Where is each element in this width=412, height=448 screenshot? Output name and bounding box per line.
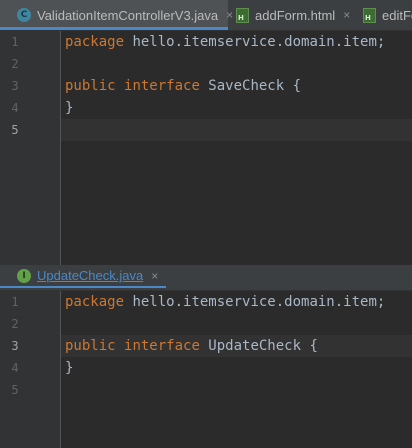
line-number-current: 3 bbox=[11, 339, 19, 353]
keyword: package bbox=[65, 294, 125, 310]
line-number-gutter: 1 2 3 4 5 bbox=[0, 31, 61, 265]
line-number: 3 bbox=[11, 79, 19, 93]
close-icon[interactable]: × bbox=[151, 269, 158, 283]
keyword: public bbox=[65, 338, 116, 354]
line-number: 4 bbox=[11, 101, 19, 115]
line-number: 5 bbox=[11, 383, 19, 397]
bottom-tab-bar: I UpdateCheck.java × bbox=[0, 265, 412, 291]
code-line[interactable]: package hello.itemservice.domain.item; bbox=[61, 291, 412, 313]
tab-label: addForm.html bbox=[255, 7, 336, 23]
code-line-current[interactable]: public interface UpdateCheck { bbox=[61, 335, 412, 357]
tab-update-check[interactable]: I UpdateCheck.java × bbox=[0, 265, 167, 288]
html-file-icon bbox=[363, 7, 376, 23]
code-line[interactable] bbox=[61, 379, 412, 401]
top-tab-bar: C ValidationItemControllerV3.java × addF… bbox=[0, 0, 412, 31]
keyword: package bbox=[65, 34, 125, 50]
keyword: interface bbox=[124, 78, 200, 94]
code-text: SaveCheck { bbox=[199, 78, 302, 94]
code-line[interactable]: package hello.itemservice.domain.item; bbox=[61, 31, 412, 53]
code-line[interactable]: public interface SaveCheck { bbox=[61, 75, 412, 97]
line-number: 2 bbox=[11, 57, 19, 71]
code-line[interactable] bbox=[61, 53, 412, 75]
line-number: 1 bbox=[11, 295, 19, 309]
code-editor[interactable]: package hello.itemservice.domain.item; p… bbox=[61, 31, 412, 265]
keyword: public bbox=[65, 78, 116, 94]
code-line[interactable] bbox=[61, 313, 412, 335]
line-number: 1 bbox=[11, 35, 19, 49]
tab-label: ValidationItemControllerV3.java bbox=[37, 7, 219, 23]
code-line-current[interactable] bbox=[61, 119, 412, 141]
line-number: 4 bbox=[11, 361, 19, 375]
code-text: UpdateCheck { bbox=[199, 338, 318, 354]
tab-label: UpdateCheck.java bbox=[37, 268, 144, 283]
line-number-gutter: 1 2 3 4 5 bbox=[0, 291, 61, 448]
top-editor-pane: C ValidationItemControllerV3.java × addF… bbox=[0, 0, 412, 265]
code-line[interactable]: } bbox=[61, 357, 412, 379]
tab-label: editFo bbox=[382, 7, 412, 23]
keyword: interface bbox=[124, 338, 200, 354]
code-text: hello.itemservice.domain.item; bbox=[124, 294, 386, 310]
line-number-current: 5 bbox=[11, 123, 19, 137]
bottom-editor-pane: I UpdateCheck.java × 1 2 3 4 5 package h… bbox=[0, 265, 412, 448]
tab-edit-form[interactable]: editFo bbox=[360, 0, 412, 30]
code-text: } bbox=[65, 360, 74, 376]
close-icon[interactable]: × bbox=[343, 8, 350, 22]
code-line[interactable]: } bbox=[61, 97, 412, 119]
java-class-icon: C bbox=[17, 8, 31, 22]
java-interface-icon: I bbox=[17, 268, 31, 283]
html-file-icon bbox=[236, 7, 249, 23]
tab-validation-item-controller[interactable]: C ValidationItemControllerV3.java × bbox=[0, 0, 233, 30]
code-editor[interactable]: package hello.itemservice.domain.item; p… bbox=[61, 291, 412, 448]
code-text: } bbox=[65, 100, 74, 116]
line-number: 2 bbox=[11, 317, 19, 331]
code-text: hello.itemservice.domain.item; bbox=[124, 34, 386, 50]
tab-add-form[interactable]: addForm.html × bbox=[229, 0, 353, 30]
